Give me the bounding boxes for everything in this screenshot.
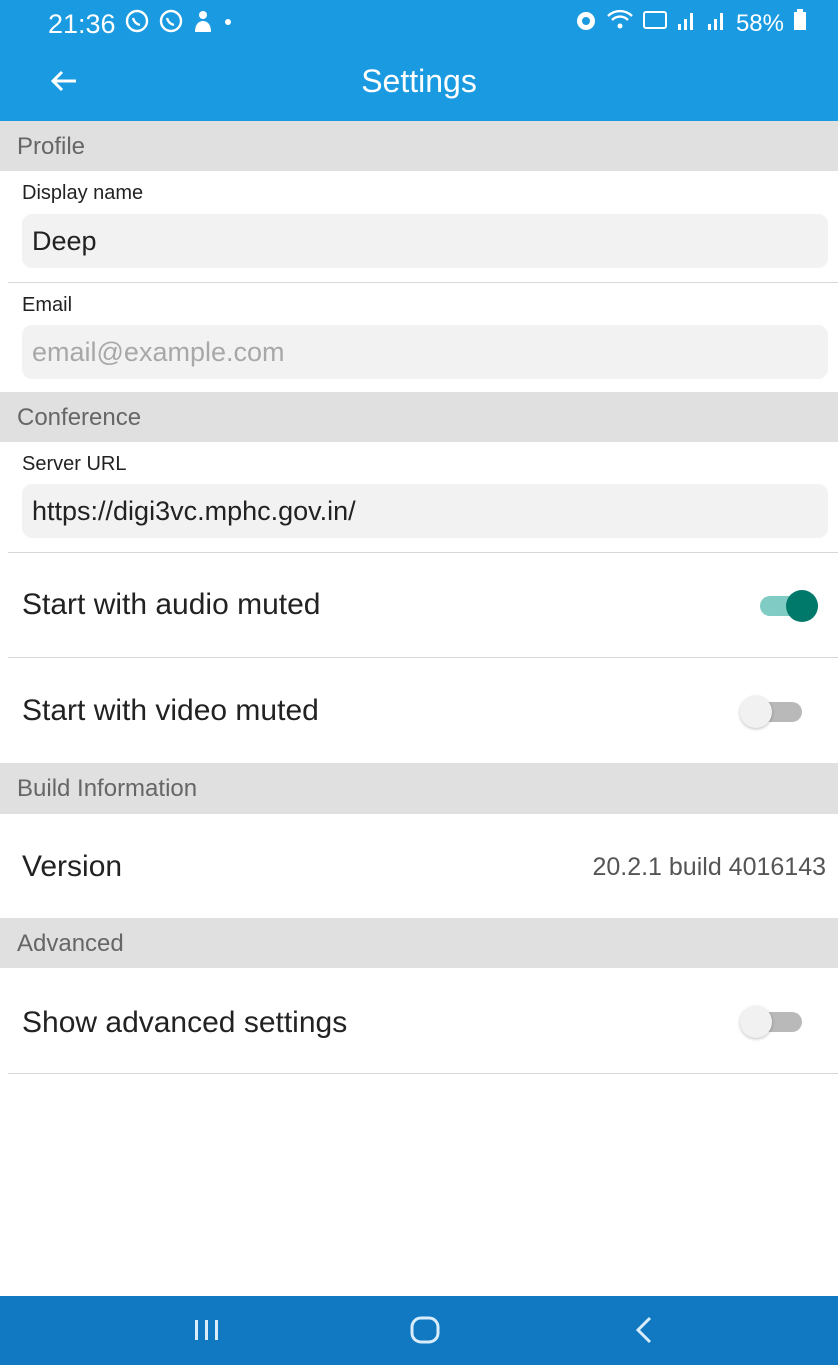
divider (8, 657, 838, 658)
recents-icon[interactable] (177, 1308, 237, 1352)
server-url-field[interactable]: https://digi3vc.mphc.gov.in/ (22, 484, 828, 538)
system-nav-bar (0, 1296, 838, 1365)
signal-icon (706, 8, 728, 39)
divider (8, 552, 838, 553)
alarm-icon (574, 8, 598, 39)
section-header-build: Build Information (0, 763, 838, 814)
email-label: Email (22, 294, 73, 316)
version-value: 20.2.1 build 4016143 (592, 853, 826, 881)
section-header-profile: Profile (0, 121, 838, 171)
section-header-advanced: Advanced (0, 918, 838, 968)
show-advanced-label: Show advanced settings (22, 1006, 348, 1039)
page-title: Settings (361, 63, 477, 99)
divider (8, 1073, 838, 1074)
section-title: Profile (17, 133, 86, 160)
section-title: Conference (17, 404, 142, 431)
display-name-label: Display name (22, 182, 144, 204)
video-muted-toggle[interactable] (738, 694, 808, 730)
section-header-conference: Conference (0, 392, 838, 442)
status-bar-right: 58% (574, 8, 808, 39)
app-bar: Settings (0, 45, 838, 121)
battery-icon (792, 8, 808, 39)
signal-icon (676, 8, 698, 39)
wifi-icon (606, 8, 634, 39)
whatsapp-icon (158, 8, 184, 41)
audio-muted-label: Start with audio muted (22, 588, 321, 621)
show-advanced-toggle[interactable] (738, 1004, 808, 1040)
version-label: Version (22, 850, 123, 883)
section-title: Build Information (17, 775, 198, 802)
notification-icon (192, 8, 214, 41)
email-field[interactable]: email@example.com (22, 325, 828, 379)
server-url-label: Server URL (22, 453, 127, 475)
whatsapp-icon (124, 8, 150, 41)
section-title: Advanced (17, 930, 124, 957)
display-name-field[interactable]: Deep (22, 214, 828, 268)
volte-icon (642, 8, 668, 39)
status-time: 21:36 (48, 9, 116, 39)
home-icon[interactable] (395, 1308, 455, 1352)
toggle-thumb (740, 696, 772, 728)
status-bar: 21:36 58% (0, 0, 838, 45)
divider (8, 282, 838, 283)
back-chevron-icon[interactable] (614, 1308, 674, 1352)
toggle-thumb (786, 590, 818, 622)
toggle-thumb (740, 1006, 772, 1038)
dot-icon (222, 8, 234, 41)
status-bar-left: 21:36 (48, 8, 234, 41)
video-muted-label: Start with video muted (22, 694, 319, 727)
audio-muted-toggle[interactable] (754, 588, 824, 624)
battery-percent: 58% (735, 9, 784, 37)
